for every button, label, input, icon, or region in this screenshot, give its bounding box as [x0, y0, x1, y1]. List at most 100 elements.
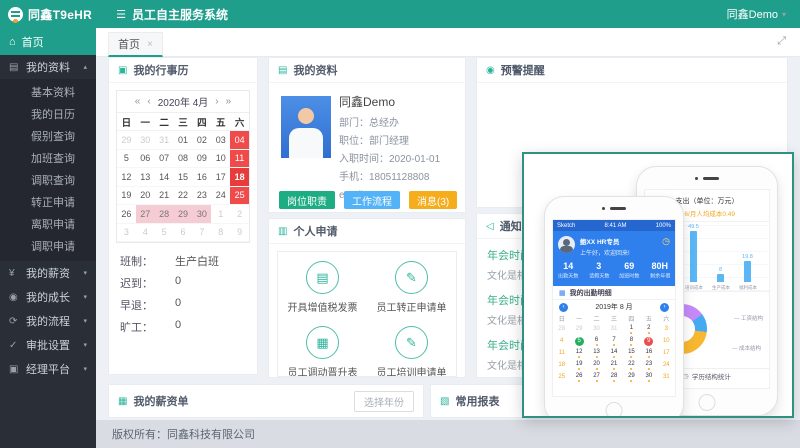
- calendar-day-cell[interactable]: 09: [192, 150, 211, 169]
- mobile-day-cell[interactable]: 5: [570, 335, 587, 347]
- punch-clock-icon[interactable]: ◷: [662, 236, 670, 247]
- mobile-day-cell[interactable]: 29: [623, 371, 640, 383]
- mobile-day-cell[interactable]: 20: [588, 359, 605, 371]
- sidebar-item[interactable]: 调职查询: [0, 170, 96, 192]
- sidebar-item[interactable]: 调职申请: [0, 236, 96, 258]
- sidebar-item[interactable]: 离职申请: [0, 214, 96, 236]
- mobile-day-cell[interactable]: 15: [623, 347, 640, 359]
- sidebar-item[interactable]: 基本资料: [0, 82, 96, 104]
- next-month-button[interactable]: ›: [660, 303, 669, 312]
- mobile-day-cell[interactable]: 1: [623, 323, 640, 335]
- calendar-day-cell[interactable]: 22: [174, 187, 193, 206]
- mobile-day-cell[interactable]: 19: [570, 359, 587, 371]
- hamburger-icon[interactable]: ☰: [116, 8, 126, 21]
- calendar-day-cell[interactable]: 26: [117, 205, 136, 224]
- calendar-day-cell[interactable]: 9: [230, 224, 249, 243]
- calendar-day-cell[interactable]: 01: [174, 131, 193, 150]
- close-icon[interactable]: ×: [147, 39, 153, 50]
- fullscreen-icon[interactable]: ⤢: [777, 35, 786, 48]
- mobile-day-cell[interactable]: 30: [640, 371, 657, 383]
- mobile-day-cell[interactable]: 31: [658, 371, 675, 383]
- mobile-day-cell[interactable]: 7: [605, 335, 622, 347]
- calendar-day-cell[interactable]: 06: [136, 150, 155, 169]
- calendar-day-cell[interactable]: 21: [155, 187, 174, 206]
- calendar-day-cell[interactable]: 8: [211, 224, 230, 243]
- sidebar-item[interactable]: 假别查询: [0, 126, 96, 148]
- mobile-day-cell[interactable]: 16: [640, 347, 657, 359]
- calendar-day-cell[interactable]: 20: [136, 187, 155, 206]
- calendar-day-cell[interactable]: 1: [211, 205, 230, 224]
- next-month-button[interactable]: ›: [215, 96, 218, 107]
- calendar-day-cell[interactable]: 28: [155, 205, 174, 224]
- calendar-day-cell[interactable]: 25: [230, 187, 249, 206]
- calendar-day-cell[interactable]: 30: [136, 131, 155, 150]
- calendar-day-cell[interactable]: 07: [155, 150, 174, 169]
- prev-year-button[interactable]: «: [135, 96, 141, 107]
- sidebar-item[interactable]: 加班查询: [0, 148, 96, 170]
- mobile-day-cell[interactable]: 17: [658, 347, 675, 359]
- calendar-day-cell[interactable]: 24: [211, 187, 230, 206]
- calendar-day-cell[interactable]: 17: [211, 168, 230, 187]
- mobile-day-cell[interactable]: 24: [658, 359, 675, 371]
- next-year-button[interactable]: »: [226, 96, 232, 107]
- calendar-day-cell[interactable]: 04: [230, 131, 249, 150]
- calendar-day-cell[interactable]: 08: [174, 150, 193, 169]
- calendar-day-cell[interactable]: 23: [192, 187, 211, 206]
- mobile-day-cell[interactable]: 10: [658, 335, 675, 347]
- mobile-day-cell[interactable]: 8: [623, 335, 640, 347]
- calendar-day-cell[interactable]: 13: [136, 168, 155, 187]
- apply-item[interactable]: ▤开具增值税发票: [278, 261, 367, 314]
- profile-button-3[interactable]: 消息(3): [409, 191, 457, 209]
- calendar-day-cell[interactable]: 14: [155, 168, 174, 187]
- mobile-day-cell[interactable]: 18: [553, 359, 570, 371]
- calendar-day-cell[interactable]: 19: [117, 187, 136, 206]
- mobile-day-cell[interactable]: 28: [605, 371, 622, 383]
- mobile-day-cell[interactable]: 2: [640, 323, 657, 335]
- mobile-day-cell[interactable]: 29: [570, 323, 587, 335]
- mobile-day-cell[interactable]: 25: [553, 371, 570, 383]
- calendar-day-cell[interactable]: 5: [117, 150, 136, 169]
- calendar-day-cell[interactable]: 31: [155, 131, 174, 150]
- mobile-day-cell[interactable]: 4: [553, 335, 570, 347]
- prev-month-button[interactable]: ‹: [559, 303, 568, 312]
- calendar-day-cell[interactable]: 5: [155, 224, 174, 243]
- mobile-day-cell[interactable]: 21: [605, 359, 622, 371]
- sidebar-group-3[interactable]: ◉我的成长▾: [0, 285, 96, 309]
- mobile-day-cell[interactable]: 12: [570, 347, 587, 359]
- calendar-day-cell[interactable]: 27: [136, 205, 155, 224]
- mobile-day-cell[interactable]: 30: [588, 323, 605, 335]
- calendar-day-cell[interactable]: 30: [192, 205, 211, 224]
- calendar-day-cell[interactable]: 15: [174, 168, 193, 187]
- apply-item[interactable]: ✎员工转正申请单: [367, 261, 456, 314]
- sidebar-group-4[interactable]: ⟳我的流程▾: [0, 309, 96, 333]
- mobile-day-cell[interactable]: 26: [570, 371, 587, 383]
- mobile-day-cell[interactable]: 28: [553, 323, 570, 335]
- mobile-day-cell[interactable]: 31: [605, 323, 622, 335]
- sidebar-group-2[interactable]: ¥我的薪资▾: [0, 261, 96, 285]
- calendar-day-cell[interactable]: 4: [136, 224, 155, 243]
- sidebar-item[interactable]: 转正申请: [0, 192, 96, 214]
- mobile-day-cell[interactable]: 9: [640, 335, 657, 347]
- calendar-day-cell[interactable]: 10: [211, 150, 230, 169]
- calendar-day-cell[interactable]: 12: [117, 168, 136, 187]
- mobile-day-cell[interactable]: 11: [553, 347, 570, 359]
- mobile-day-cell[interactable]: 14: [605, 347, 622, 359]
- mobile-day-cell[interactable]: 13: [588, 347, 605, 359]
- sidebar-group-6[interactable]: ▣经理平台▾: [0, 357, 96, 381]
- calendar-day-cell[interactable]: 11: [230, 150, 249, 169]
- calendar-day-cell[interactable]: 6: [174, 224, 193, 243]
- calendar-day-cell[interactable]: 29: [117, 131, 136, 150]
- apply-item[interactable]: ✎员工培训申请单: [367, 326, 456, 377]
- calendar-day-cell[interactable]: 16: [192, 168, 211, 187]
- calendar-day-cell[interactable]: 18: [230, 168, 249, 187]
- calendar-day-cell[interactable]: 03: [211, 131, 230, 150]
- calendar-day-cell[interactable]: 2: [230, 205, 249, 224]
- mobile-day-cell[interactable]: 23: [640, 359, 657, 371]
- calendar-day-cell[interactable]: 3: [117, 224, 136, 243]
- tab-home[interactable]: 首页 ×: [108, 32, 163, 57]
- year-select[interactable]: 选择年份: [354, 391, 414, 412]
- prev-month-button[interactable]: ‹: [147, 96, 150, 107]
- sidebar-item-home[interactable]: ⌂ 首页: [0, 28, 96, 55]
- calendar-day-cell[interactable]: 7: [192, 224, 211, 243]
- sidebar-group-5[interactable]: ✓审批设置▾: [0, 333, 96, 357]
